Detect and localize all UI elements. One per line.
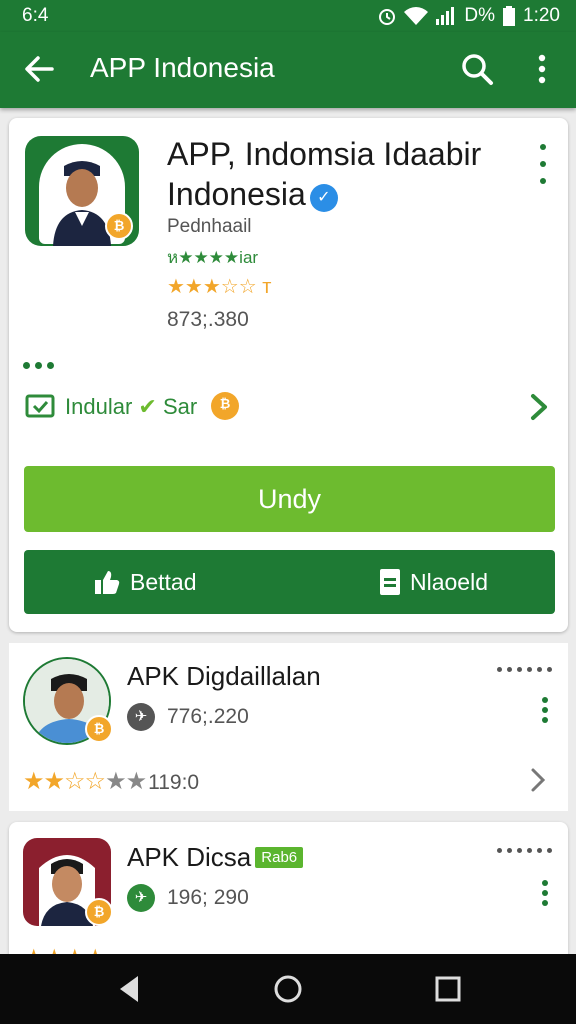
download-count: 873;.380 xyxy=(167,308,249,331)
app-bar: APP Indonesia xyxy=(0,32,576,108)
status-time: 6:4 xyxy=(22,5,49,26)
coin-icon: ₿ xyxy=(211,392,239,420)
alarm-icon xyxy=(379,9,396,25)
featured-app-card[interactable]: ₿ APP, Indomsia Idaabir Indonesia ✓ Pednh… xyxy=(9,118,568,632)
offer-label: Indular ✔ Sar xyxy=(65,394,198,419)
list-item-meta: ✈ 196; 290 xyxy=(127,884,249,912)
list-item-title: APK Dicsa Rab6 xyxy=(127,842,304,873)
nav-recents-icon[interactable] xyxy=(431,972,465,1006)
list-item-title-text: APK Dicsa xyxy=(127,842,252,872)
chevron-right-icon[interactable] xyxy=(525,392,553,422)
chevron-right-icon[interactable] xyxy=(528,767,548,793)
coin-badge-icon: ₿ xyxy=(85,715,113,743)
action-button-bar: Bettad Nlaoeld xyxy=(24,550,555,614)
tag-badge: Rab6 xyxy=(255,847,304,868)
list-item-meta: ✈ 776;.220 xyxy=(127,703,249,731)
developer-name[interactable]: Pednhaail xyxy=(167,216,252,238)
nav-back-icon[interactable] xyxy=(112,972,146,1006)
thumbs-up-icon xyxy=(95,571,120,594)
back-arrow-icon[interactable] xyxy=(22,52,56,86)
wifi-icon xyxy=(404,7,429,25)
offer-row[interactable]: Indular ✔ Sar ₿ xyxy=(25,390,553,424)
list-item-count: 776;.220 xyxy=(167,705,249,728)
person-portrait-icon xyxy=(53,161,111,246)
card-menu-icon[interactable] xyxy=(533,144,553,184)
rating-stars: ★★★☆☆ т xyxy=(167,274,271,299)
plane-icon: ✈ xyxy=(127,703,155,731)
coin-badge-icon: ₿ xyxy=(85,898,113,926)
more-dots-icon[interactable] xyxy=(23,362,54,369)
install-button[interactable]: Undy xyxy=(24,466,555,532)
battery-icon xyxy=(503,6,516,26)
overflow-menu-icon[interactable] xyxy=(528,52,556,86)
list-item-title: APK Digdaillalan xyxy=(127,661,321,691)
coin-badge-icon: ₿ xyxy=(105,212,133,240)
nav-home-icon[interactable] xyxy=(271,972,305,1006)
more-dots-icon[interactable] xyxy=(497,667,552,672)
details-button-label: Nlaoeld xyxy=(410,568,488,595)
message-icon xyxy=(25,394,55,418)
like-button[interactable]: Bettad xyxy=(94,550,197,614)
page-title: APP Indonesia xyxy=(90,52,275,83)
app-subtitle: ห★★★★iar xyxy=(167,248,259,267)
system-nav-bar xyxy=(0,954,576,1024)
rating-stars-text: ★★★☆☆ т xyxy=(167,276,272,298)
item-menu-icon[interactable] xyxy=(535,880,555,906)
rating-stars: ★★☆☆★★119:0 xyxy=(23,768,200,795)
more-dots-icon[interactable] xyxy=(497,848,552,853)
offer-label-text: Indular xyxy=(65,394,133,419)
plane-icon: ✈ xyxy=(127,884,155,912)
battery-percent: D% xyxy=(464,5,496,26)
status-clock: 1:20 xyxy=(523,5,560,26)
verified-icon: ✓ xyxy=(309,184,338,212)
app-title: APP, Indomsia Idaabir Indonesia ✓ xyxy=(167,134,527,214)
list-item[interactable]: ₿ APK Digdaillalan ✈ 776;.220 ★★☆☆★★119:… xyxy=(9,643,568,811)
document-icon xyxy=(380,569,400,595)
item-menu-icon[interactable] xyxy=(535,697,555,723)
status-icons: D% 1:20 xyxy=(378,5,560,27)
signal-icon xyxy=(436,7,455,25)
status-bar: 6:4 D% 1:20 xyxy=(0,0,576,32)
list-item-count: 196; 290 xyxy=(167,886,249,909)
like-button-label: Bettad xyxy=(130,568,197,595)
details-button[interactable]: Nlaoeld xyxy=(380,550,488,614)
app-icon: ₿ xyxy=(25,136,139,246)
offer-label-sub: Sar xyxy=(162,394,198,419)
rating-count: 119:0 xyxy=(148,771,200,794)
list-item[interactable]: ₿ APK DicsaRab6 ✈ 196; 290 ★★★★ xyxy=(9,822,568,972)
search-icon[interactable] xyxy=(460,52,494,86)
